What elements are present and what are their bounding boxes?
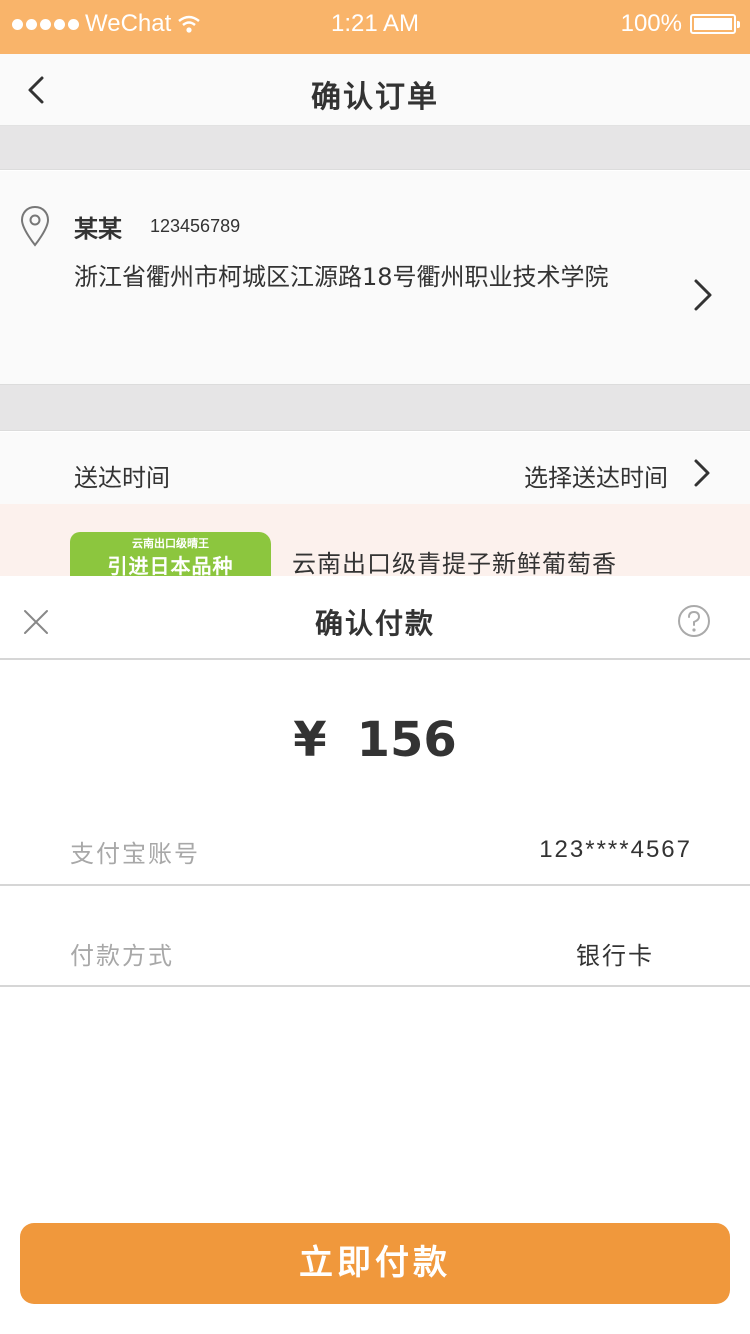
product-thumbnail: 云南出口级晴王 引进日本品种: [70, 532, 271, 576]
status-bar: WeChat 1:21 AM 100%: [0, 0, 750, 54]
address-card[interactable]: 某某 123456789 浙江省衢州市柯城区江源路18号衢州职业技术学院: [0, 171, 750, 384]
chevron-right-icon: [694, 459, 710, 487]
section-divider: [0, 384, 750, 431]
payment-method-label: 付款方式: [70, 942, 174, 970]
page-title: 确认订单: [311, 80, 439, 115]
battery-percent: 100%: [620, 10, 682, 37]
payment-sheet: 确认付款 ¥156 支付宝账号 123****4567 付款方式 银行卡: [0, 576, 750, 1334]
pay-now-button[interactable]: 立即付款: [20, 1223, 730, 1304]
chevron-right-icon: [694, 279, 712, 311]
status-right: 100%: [620, 10, 740, 38]
amount-value: 156: [356, 712, 457, 768]
recipient-name: 某某: [74, 215, 122, 243]
address-text: 浙江省衢州市柯城区江源路18号衢州职业技术学院: [74, 263, 609, 291]
recipient-phone: 123456789: [150, 216, 241, 236]
payment-sheet-header: 确认付款: [0, 576, 750, 660]
delivery-time-label: 送达时间: [74, 464, 170, 492]
location-pin-icon: [20, 205, 50, 247]
section-divider: [0, 126, 750, 170]
product-name: 云南出口级青提子新鲜葡萄香: [292, 550, 617, 576]
battery-icon: [690, 14, 740, 34]
nav-bar: 确认订单: [0, 54, 750, 126]
help-icon[interactable]: [677, 604, 711, 638]
account-label: 支付宝账号: [70, 840, 200, 868]
payment-method-row[interactable]: 付款方式 银行卡: [0, 886, 750, 987]
payment-amount: ¥156: [0, 712, 750, 768]
payment-method-value: 银行卡: [576, 942, 654, 970]
account-value: 123****4567: [539, 836, 692, 863]
thumbnail-caption: 云南出口级晴王: [132, 537, 209, 550]
payment-sheet-title: 确认付款: [314, 607, 435, 640]
thumbnail-headline: 引进日本品种: [107, 554, 234, 576]
delivery-time-value: 选择送达时间: [524, 464, 668, 492]
account-row: 支付宝账号 123****4567: [0, 786, 750, 886]
currency-symbol: ¥: [293, 712, 327, 768]
delivery-time-row[interactable]: 送达时间 选择送达时间: [0, 432, 750, 504]
product-row[interactable]: 云南出口级晴王 引进日本品种 云南出口级青提子新鲜葡萄香: [0, 504, 750, 576]
